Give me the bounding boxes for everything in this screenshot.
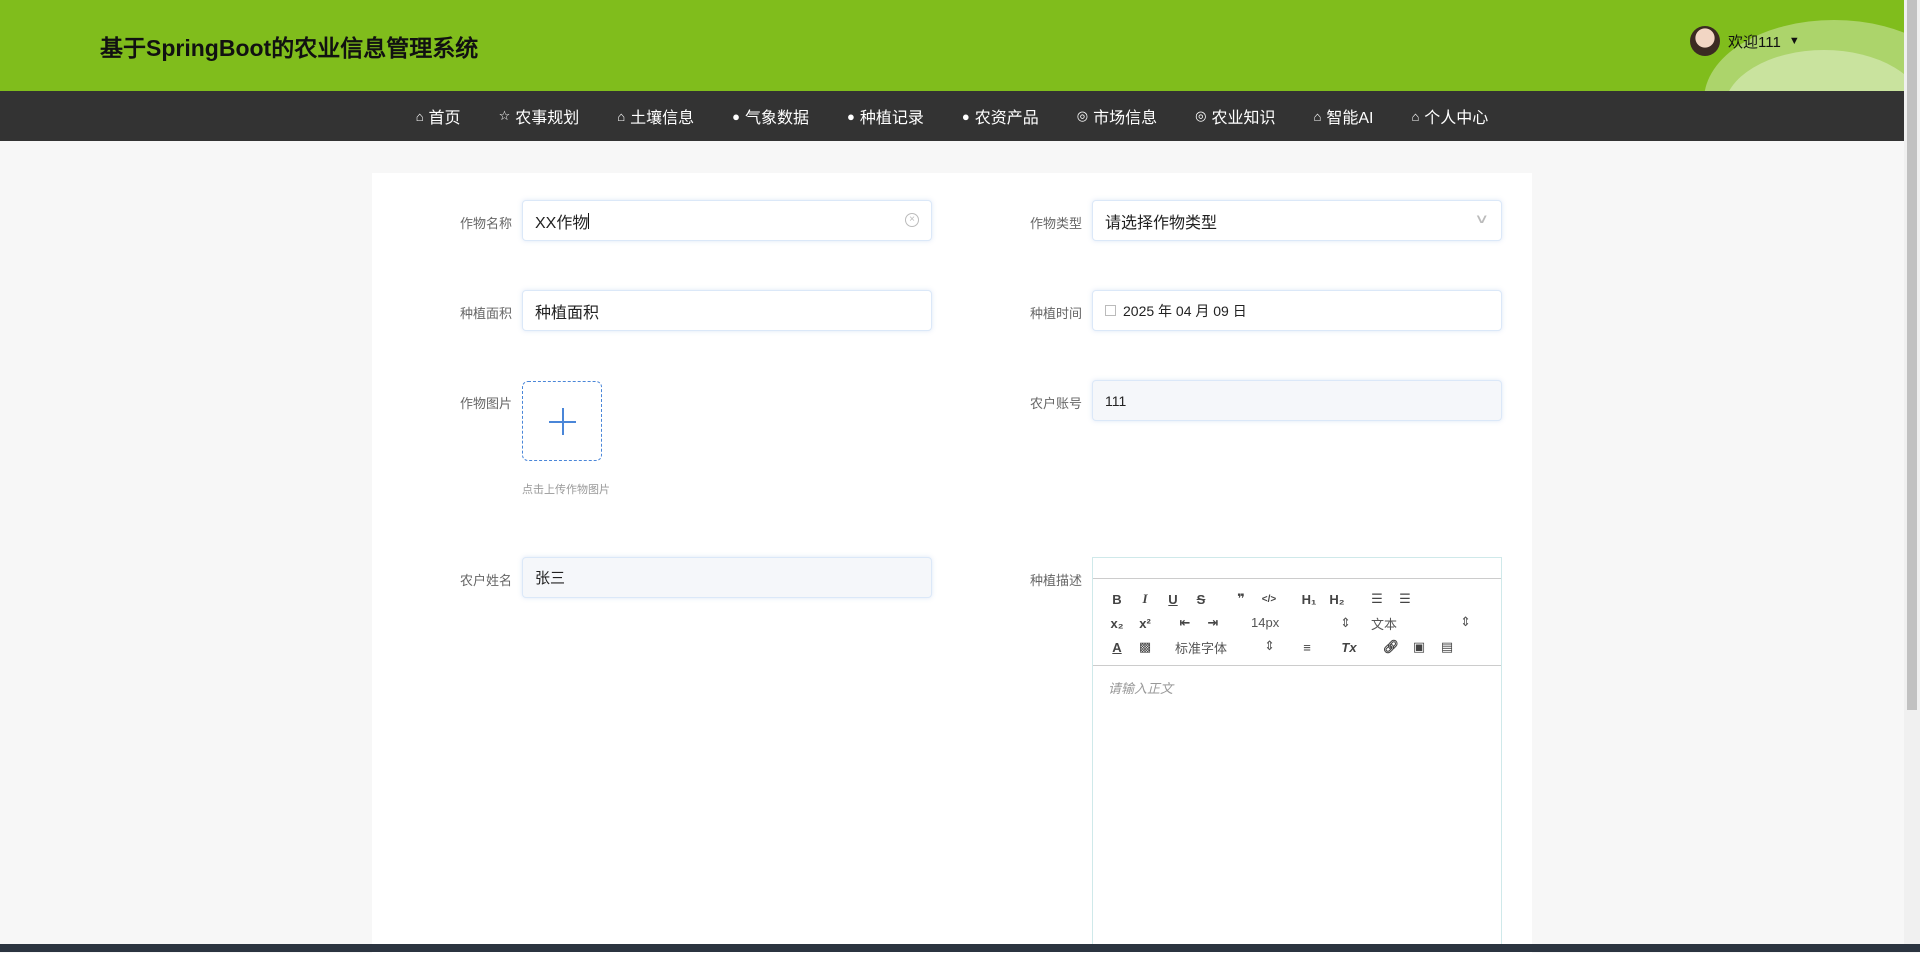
underline-button[interactable]: U <box>1159 592 1187 607</box>
nav-label: 种植记录 <box>859 110 924 127</box>
editor-toolbar: B I U S ❞ </> H₁ H₂ ☰ ☰ x₂ x² ⇤ ⇥ 14px ⇕ … <box>1093 578 1501 666</box>
h1-button[interactable]: H₁ <box>1295 592 1323 607</box>
h2-button[interactable]: H₂ <box>1323 592 1351 607</box>
account-value: 111 <box>1105 392 1127 409</box>
select-arrows-icon: ⇕ <box>1264 637 1275 653</box>
crop-name-label: 作物名称 <box>459 216 512 231</box>
account-input[interactable]: 111 <box>1092 380 1502 421</box>
nav-label: 智能AI <box>1326 110 1374 127</box>
clear-format-icon[interactable]: Tx <box>1335 640 1363 655</box>
nav-icon: ◎ <box>1195 108 1207 123</box>
select-arrows-icon: ⇕ <box>1340 615 1351 630</box>
nav-icon: ● <box>961 108 970 124</box>
nav-item-3[interactable]: ● 气象数据 <box>732 104 809 128</box>
nav-item-9[interactable]: ⌂ 个人中心 <box>1411 104 1488 128</box>
rich-text-editor: B I U S ❞ </> H₁ H₂ ☰ ☰ x₂ x² ⇤ ⇥ 14px ⇕ … <box>1092 557 1502 952</box>
nav-item-8[interactable]: ⌂ 智能AI <box>1313 104 1373 128</box>
nav-label: 首页 <box>428 110 461 127</box>
nav-label: 农业知识 <box>1211 110 1276 127</box>
farmer-name-label: 农户姓名 <box>459 573 512 588</box>
font-family-value: 标准字体 <box>1175 640 1228 656</box>
font-size-select[interactable]: 14px ⇕ <box>1251 615 1351 631</box>
align-icon[interactable]: ≡ <box>1293 640 1321 655</box>
image-upload-button[interactable] <box>522 381 602 461</box>
upload-hint: 点击上传作物图片 <box>522 484 610 496</box>
nav-item-1[interactable]: ☆ 农事规划 <box>499 104 580 128</box>
caret-down-icon: ▼ <box>1788 35 1800 47</box>
indent-icon[interactable]: ⇥ <box>1199 615 1227 631</box>
main-nav: ⌂ 首页 ☆ 农事规划 ⌂ 土壤信息 ● 气象数据 ● 种植记录 ● 农资产品 ◎ 市场信息 ◎ 农业知识 ⌂ 智… <box>0 91 1904 141</box>
heading-select[interactable]: 文本 ⇕ <box>1371 614 1471 633</box>
nav-item-7[interactable]: ◎ 农业知识 <box>1195 104 1275 128</box>
date-value: 2025 年 04 月 09 日 <box>1123 302 1247 319</box>
nav-icon: ◎ <box>1076 108 1089 123</box>
avatar <box>1690 26 1720 56</box>
site-title: 基于SpringBoot的农业信息管理系统 <box>100 35 479 61</box>
font-family-select[interactable]: 标准字体 ⇕ <box>1175 638 1275 657</box>
font-size-value: 14px <box>1251 615 1280 630</box>
nav-item-5[interactable]: ● 农资产品 <box>962 104 1039 128</box>
link-icon[interactable]: 🔗︎ <box>1377 639 1405 655</box>
nav-icon: ● <box>732 108 740 124</box>
farmer-name-value: 张三 <box>535 570 566 587</box>
calendar-icon <box>1105 305 1116 316</box>
editor-placeholder[interactable]: 请输入正文 <box>1108 678 1173 697</box>
welcome-text: 欢迎111 <box>1728 33 1781 51</box>
nav-label: 农资产品 <box>974 110 1039 127</box>
time-label: 种植时间 <box>1029 306 1082 321</box>
taskbar <box>0 944 1920 952</box>
date-picker[interactable]: 2025 年 04 月 09 日 <box>1092 290 1502 331</box>
video-icon[interactable]: ▤ <box>1433 639 1461 655</box>
crop-type-select[interactable]: 请选择作物类型 ∨ <box>1092 200 1502 241</box>
user-menu[interactable]: 欢迎111 ▼ <box>1690 26 1800 56</box>
page-scrollbar[interactable] <box>1904 0 1920 952</box>
nav-label: 土壤信息 <box>630 110 695 127</box>
code-block-button[interactable]: </> <box>1255 594 1283 605</box>
select-arrows-icon: ⇕ <box>1460 613 1471 629</box>
nav-label: 气象数据 <box>744 110 809 127</box>
crop-name-value: XX作物 <box>535 214 589 232</box>
chevron-down-icon: ∨ <box>1474 211 1490 226</box>
account-label: 农户账号 <box>1029 396 1082 411</box>
nav-label: 个人中心 <box>1424 110 1489 127</box>
scrollbar-thumb[interactable] <box>1907 0 1917 710</box>
desc-label: 种植描述 <box>1029 573 1082 588</box>
area-label: 种植面积 <box>459 306 512 321</box>
nav-icon: ⌂ <box>617 108 626 124</box>
area-input[interactable]: 种植面积 <box>522 290 932 331</box>
outdent-icon[interactable]: ⇤ <box>1171 615 1199 631</box>
nav-icon: ● <box>846 108 855 124</box>
nav-item-0[interactable]: ⌂ 首页 <box>416 104 461 128</box>
image-icon[interactable]: ▣ <box>1405 639 1433 655</box>
ordered-list-icon[interactable]: ☰ <box>1363 591 1391 607</box>
crop-type-label: 作物类型 <box>1029 216 1082 231</box>
background-color-icon[interactable]: ▩ <box>1131 639 1159 655</box>
farmer-name-input[interactable]: 张三 <box>522 557 932 598</box>
subscript-button[interactable]: x₂ <box>1103 616 1131 631</box>
nav-label: 市场信息 <box>1093 110 1158 127</box>
nav-item-2[interactable]: ⌂ 土壤信息 <box>617 104 694 128</box>
crop-name-input[interactable]: XX作物 × <box>522 200 932 241</box>
crop-type-placeholder: 请选择作物类型 <box>1105 214 1218 232</box>
italic-button[interactable]: I <box>1131 591 1159 607</box>
area-placeholder: 种植面积 <box>535 304 600 322</box>
nav-item-6[interactable]: ◎ 市场信息 <box>1077 104 1157 128</box>
clear-icon[interactable]: × <box>905 213 919 227</box>
nav-icon: ⌂ <box>1313 108 1322 124</box>
nav-label: 农事规划 <box>515 110 580 127</box>
strike-button[interactable]: S <box>1187 592 1215 607</box>
font-color-icon[interactable]: A <box>1103 640 1131 655</box>
nav-icon: ⌂ <box>1411 108 1420 124</box>
bullet-list-icon[interactable]: ☰ <box>1391 591 1419 607</box>
header: 基于SpringBoot的农业信息管理系统 欢迎111 ▼ <box>0 0 1904 91</box>
nav-icon: ☆ <box>498 108 511 123</box>
image-label: 作物图片 <box>459 396 512 411</box>
bold-button[interactable]: B <box>1103 592 1131 607</box>
heading-value: 文本 <box>1371 616 1398 632</box>
superscript-button[interactable]: x² <box>1131 616 1159 631</box>
blockquote-button[interactable]: ❞ <box>1227 591 1255 607</box>
nav-icon: ⌂ <box>415 108 424 124</box>
nav-item-4[interactable]: ● 种植记录 <box>847 104 924 128</box>
